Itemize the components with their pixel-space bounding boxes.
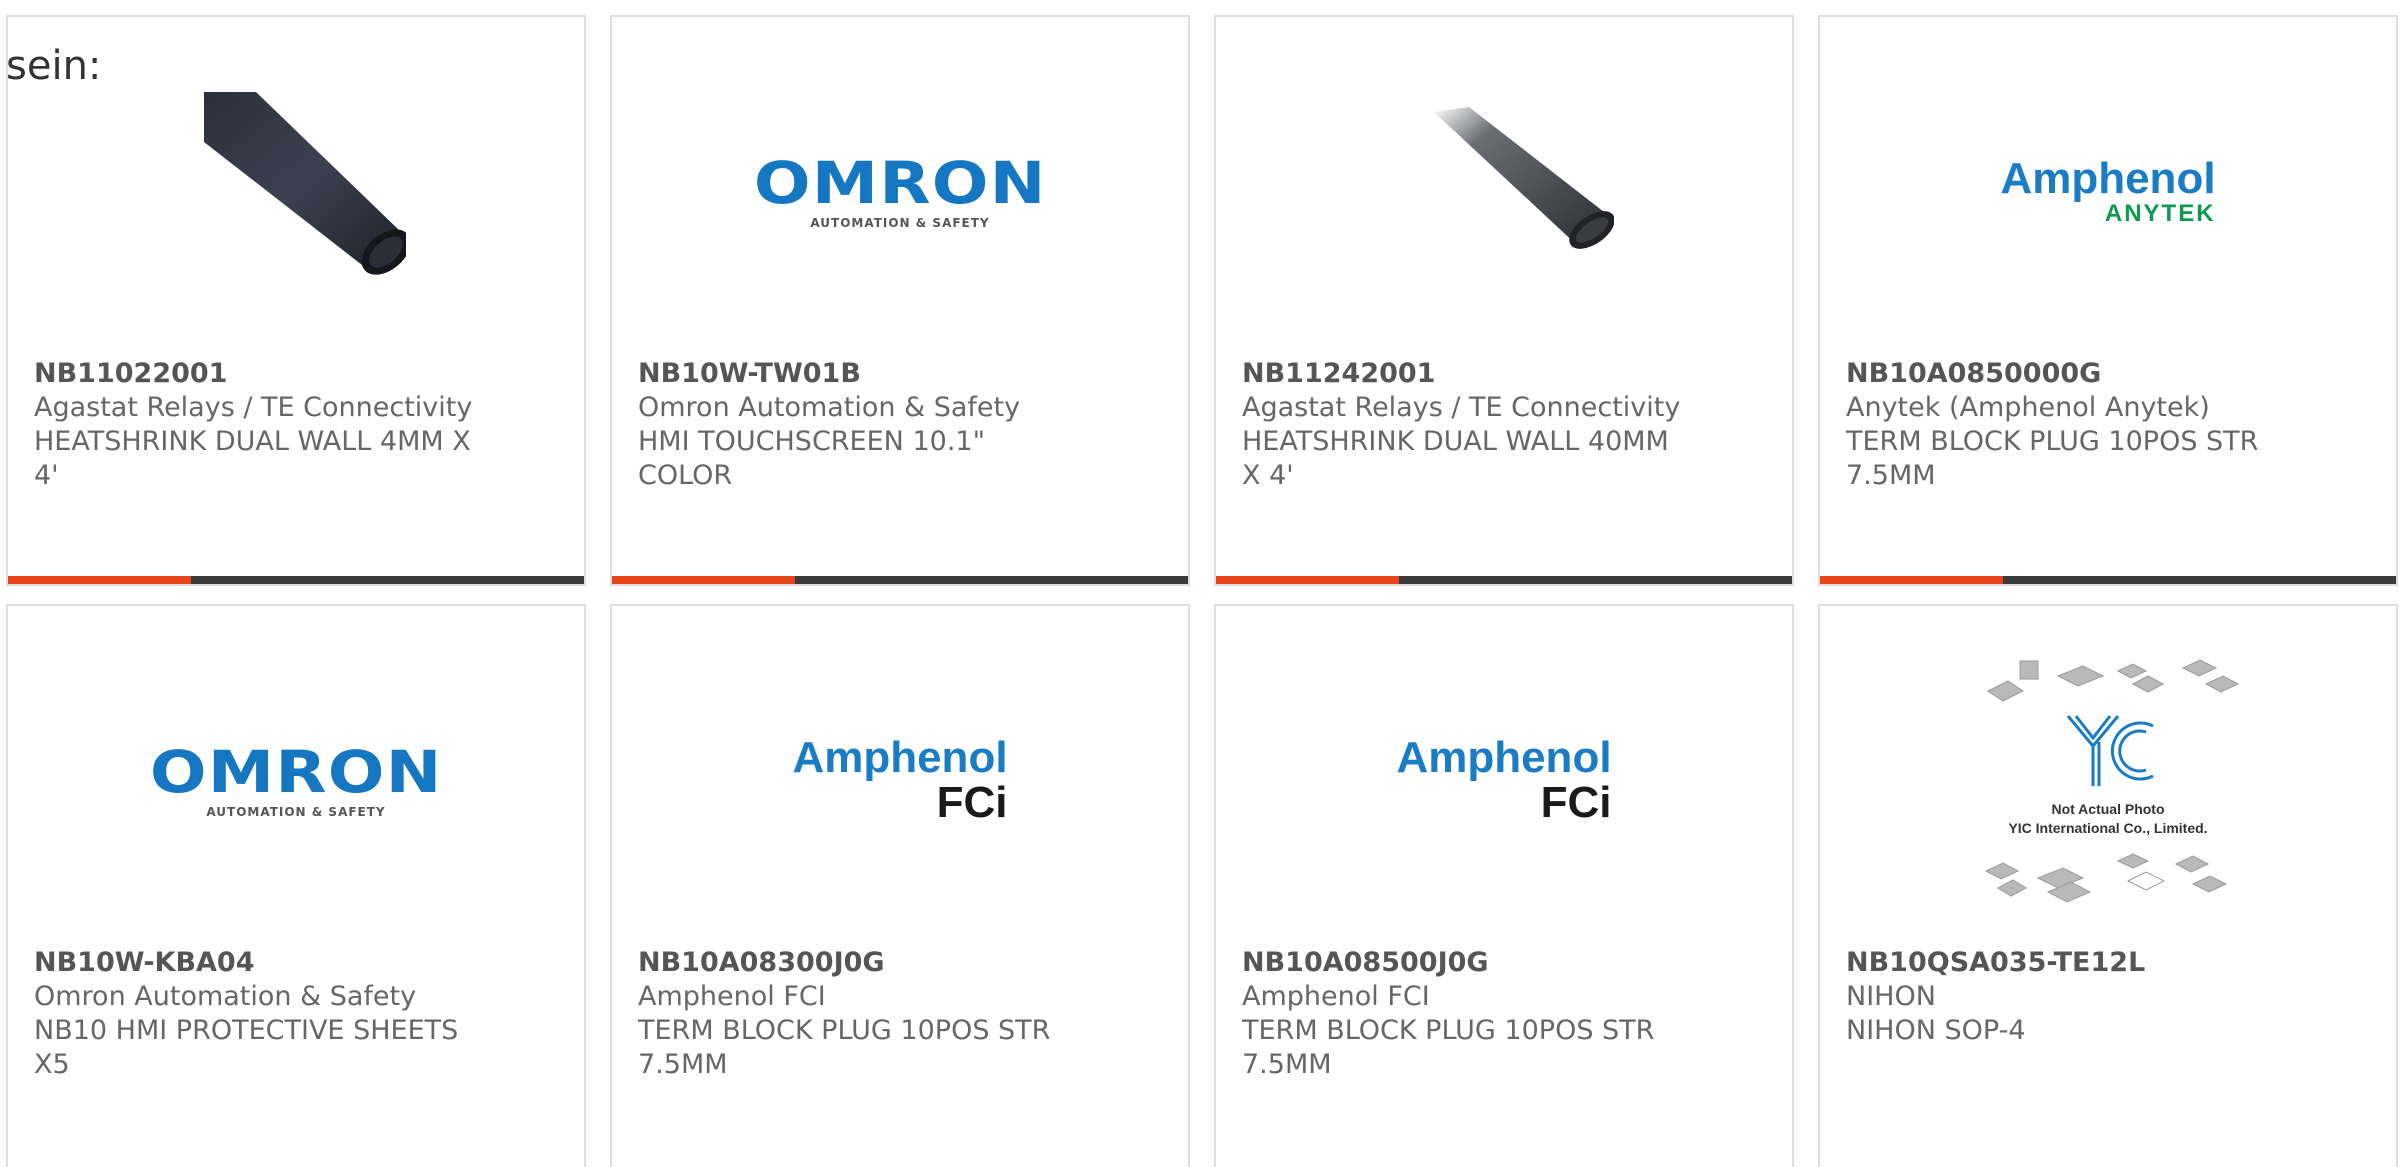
heatshrink-tube-image xyxy=(204,92,406,292)
product-card[interactable]: Amphenol ANYTEK NB10A0850000G Anytek (Am… xyxy=(1818,15,2398,586)
omron-logo: OMRON AUTOMATION & SAFETY xyxy=(149,738,443,819)
card-accent-bar xyxy=(1820,576,2003,584)
product-card[interactable]: Amphenol FCi NB10A08300J0G Amphenol FCI … xyxy=(610,604,1190,1167)
part-number-link[interactable]: NB11242001 xyxy=(1242,357,1682,391)
heatshrink-tube-image xyxy=(1434,107,1614,249)
page: sein: NB11022001 Agastat Relays / TE Con… xyxy=(0,0,2400,1167)
description: TERM BLOCK PLUG 10POS STR 7.5MM xyxy=(1846,426,2259,491)
card-footer-bar xyxy=(8,576,584,584)
yic-placeholder-image: Not Actual Photo YIC International Co., … xyxy=(1984,659,2240,903)
manufacturer: Omron Automation & Safety xyxy=(638,392,1021,423)
page-text-fragment: sein: xyxy=(6,43,102,89)
manufacturer: Omron Automation & Safety xyxy=(34,981,417,1012)
product-info: NB10A0850000G Anytek (Amphenol Anytek) T… xyxy=(1846,357,2286,493)
description: HMI TOUCHSCREEN 10.1" COLOR xyxy=(638,426,985,491)
product-image-omron[interactable]: OMRON AUTOMATION & SAFETY xyxy=(8,656,584,906)
manufacturer: NIHON xyxy=(1846,981,1936,1012)
product-card[interactable]: OMRON AUTOMATION & SAFETY NB10W-KBA04 Om… xyxy=(6,604,586,1167)
omron-logo: OMRON AUTOMATION & SAFETY xyxy=(753,149,1047,230)
card-accent-bar xyxy=(8,576,191,584)
description: HEATSHRINK DUAL WALL 40MM X 4' xyxy=(1242,426,1669,491)
amphenol-anytek-logo: Amphenol ANYTEK xyxy=(2000,154,2216,227)
product-info: NB10W-KBA04 Omron Automation & Safety NB… xyxy=(34,946,474,1082)
product-image-amphenol-fci[interactable]: Amphenol FCi xyxy=(1216,656,1792,906)
manufacturer: Amphenol FCI xyxy=(1242,981,1430,1012)
yic-caption-2: YIC International Co., Limited. xyxy=(2008,820,2207,836)
manufacturer: Agastat Relays / TE Connectivity xyxy=(34,392,473,423)
product-image-amphenol-fci[interactable]: Amphenol FCi xyxy=(612,656,1188,906)
product-image-anytek[interactable]: Amphenol ANYTEK xyxy=(1820,67,2396,317)
product-info: NB10W-TW01B Omron Automation & Safety HM… xyxy=(638,357,1078,493)
product-info: NB11242001 Agastat Relays / TE Connectiv… xyxy=(1242,357,1682,493)
product-info: NB10QSA035-TE12L NIHON NIHON SOP-4 xyxy=(1846,946,2286,1048)
product-image-omron[interactable]: OMRON AUTOMATION & SAFETY xyxy=(612,67,1188,317)
card-accent-bar xyxy=(1216,576,1399,584)
manufacturer: Amphenol FCI xyxy=(638,981,826,1012)
amphenol-fci-logo: Amphenol FCi xyxy=(792,733,1008,827)
product-card[interactable]: NB11242001 Agastat Relays / TE Connectiv… xyxy=(1214,15,1794,586)
product-card[interactable]: NB11022001 Agastat Relays / TE Connectiv… xyxy=(6,15,586,586)
product-grid: NB11022001 Agastat Relays / TE Connectiv… xyxy=(0,0,2400,1167)
card-footer-bar xyxy=(612,576,1188,584)
part-number-link[interactable]: NB10A0850000G xyxy=(1846,357,2286,391)
part-number-link[interactable]: NB10W-TW01B xyxy=(638,357,1078,391)
product-image-yic-placeholder[interactable]: Not Actual Photo YIC International Co., … xyxy=(1820,656,2396,906)
amphenol-fci-logo: Amphenol FCi xyxy=(1396,733,1612,827)
description: NB10 HMI PROTECTIVE SHEETS X5 xyxy=(34,1015,459,1080)
manufacturer: Agastat Relays / TE Connectivity xyxy=(1242,392,1681,423)
part-number-link[interactable]: NB11022001 xyxy=(34,357,474,391)
product-info: NB11022001 Agastat Relays / TE Connectiv… xyxy=(34,357,474,493)
card-footer-bar xyxy=(1820,576,2396,584)
product-info: NB10A08500J0G Amphenol FCI TERM BLOCK PL… xyxy=(1242,946,1682,1082)
part-number-link[interactable]: NB10QSA035-TE12L xyxy=(1846,946,2286,980)
part-number-link[interactable]: NB10A08500J0G xyxy=(1242,946,1682,980)
part-number-link[interactable]: NB10A08300J0G xyxy=(638,946,1078,980)
product-image-heatshrink[interactable] xyxy=(1216,67,1792,317)
description: NIHON SOP-4 xyxy=(1846,1015,2026,1046)
product-card[interactable]: Not Actual Photo YIC International Co., … xyxy=(1818,604,2398,1167)
card-footer-bar xyxy=(1216,576,1792,584)
part-number-link[interactable]: NB10W-KBA04 xyxy=(34,946,474,980)
description: HEATSHRINK DUAL WALL 4MM X 4' xyxy=(34,426,471,491)
product-image-heatshrink[interactable] xyxy=(8,67,584,317)
product-card[interactable]: Amphenol FCi NB10A08500J0G Amphenol FCI … xyxy=(1214,604,1794,1167)
card-accent-bar xyxy=(612,576,795,584)
yic-caption-1: Not Actual Photo xyxy=(2051,801,2164,817)
description: TERM BLOCK PLUG 10POS STR 7.5MM xyxy=(1242,1015,1655,1080)
product-info: NB10A08300J0G Amphenol FCI TERM BLOCK PL… xyxy=(638,946,1078,1082)
description: TERM BLOCK PLUG 10POS STR 7.5MM xyxy=(638,1015,1051,1080)
manufacturer: Anytek (Amphenol Anytek) xyxy=(1846,392,2210,423)
product-card[interactable]: OMRON AUTOMATION & SAFETY NB10W-TW01B Om… xyxy=(610,15,1190,586)
